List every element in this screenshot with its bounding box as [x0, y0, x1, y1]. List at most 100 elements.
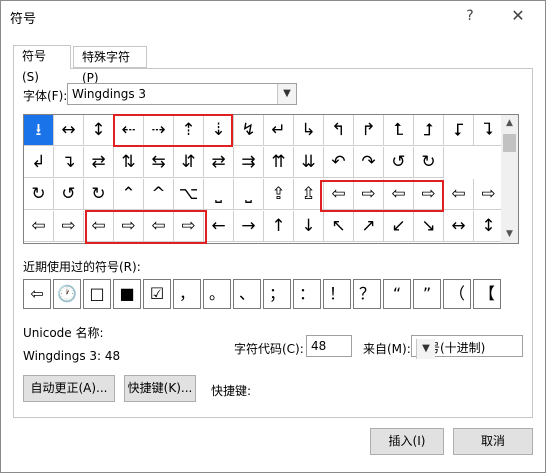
scroll-thumb[interactable] — [503, 134, 516, 152]
symbol-cell[interactable]: ↓ — [294, 211, 324, 242]
char-code-value: 48 — [311, 339, 327, 353]
symbol-cell[interactable]: ⇦ — [324, 179, 354, 210]
autocorrect-button[interactable]: 自动更正(A)... — [23, 375, 115, 402]
symbol-cell[interactable]: ⇦ — [444, 179, 474, 210]
recent-symbol-cell[interactable]: ； — [263, 279, 291, 309]
symbol-cell[interactable]: ⇪ — [264, 179, 294, 210]
recent-symbol-cell[interactable]: 🕐 — [53, 279, 81, 309]
from-select[interactable]: 符号(十进制) ▼ — [411, 335, 523, 359]
symbol-cell[interactable]: ↰ — [324, 115, 354, 146]
recent-symbol-cell[interactable]: ？ — [353, 279, 381, 309]
symbol-cell[interactable]: ↻ — [84, 179, 114, 210]
symbol-cell[interactable]: ↺ — [384, 147, 414, 178]
from-label: 来自(M): — [363, 342, 411, 356]
chevron-down-icon[interactable]: ▼ — [416, 339, 435, 359]
symbol-grid[interactable]: ⭳ ↔ ↕ ⇠ ⇢ ⇡ ⇣ ↯ ↵ ↳ ↰ ↱ ⮤ ⮥ ⮦ ⮧ ↲ ↴ ⇄ ⇅ ⇆ ⇵ ⇄ ⇉ ⇈ ⇊ ↶ ↷ ↺ ↻ ↻ ↺ ↻ ⌃ ^ ⌥ ⎵ ⎵ ⇪ ⇫… — [23, 114, 504, 244]
symbol-cell[interactable]: ↙ — [384, 211, 414, 242]
symbol-cell[interactable]: ↳ — [294, 115, 324, 146]
symbol-cell[interactable]: → — [234, 211, 264, 242]
close-button[interactable]: ✕ — [507, 5, 529, 27]
symbol-cell[interactable]: ↕ — [84, 115, 114, 146]
symbol-cell[interactable]: ↑ — [264, 211, 294, 242]
symbol-cell[interactable]: ⇢ — [144, 115, 174, 146]
insert-button[interactable]: 插入(I) — [370, 428, 444, 455]
symbol-cell[interactable]: ⇉ — [234, 147, 264, 178]
help-button[interactable]: ? — [459, 5, 481, 27]
symbol-cell[interactable]: ^ — [144, 179, 174, 210]
symbol-cell[interactable]: ⌃ — [114, 179, 144, 210]
symbol-cell[interactable]: ⇦ — [384, 179, 414, 210]
recent-symbols[interactable]: ⇦ 🕐 □ ■ ☑，。、；：！？ “” （【 — [23, 279, 513, 311]
symbol-cell[interactable]: ⌥ — [174, 179, 204, 210]
symbol-cell[interactable]: ↺ — [54, 179, 84, 210]
tab-special-characters[interactable]: 特殊字符(P) — [73, 46, 147, 85]
symbol-cell[interactable]: ⎵ — [234, 179, 264, 210]
symbol-cell[interactable]: ↯ — [234, 115, 264, 146]
symbol-cell[interactable]: ⇵ — [174, 147, 204, 178]
recent-symbol-cell[interactable]: ⇦ — [23, 279, 51, 309]
symbol-cell[interactable]: ⮧ — [474, 115, 504, 146]
font-value: Wingdings 3 — [72, 87, 147, 101]
symbol-cell[interactable]: ⇨ — [54, 211, 84, 242]
recent-symbol-cell[interactable]: （ — [443, 279, 471, 309]
recent-symbol-cell[interactable]: 【 — [473, 279, 501, 309]
symbol-cell[interactable]: ↴ — [54, 147, 84, 178]
symbol-cell[interactable]: ↲ — [24, 147, 54, 178]
symbol-cell[interactable]: ↷ — [354, 147, 384, 178]
symbol-cell[interactable]: ⇡ — [174, 115, 204, 146]
tab-symbols[interactable]: 符号(S) — [13, 45, 71, 84]
symbol-cell[interactable]: ⇈ — [264, 147, 294, 178]
shortcut-key-button[interactable]: 快捷键(K)... — [124, 375, 196, 402]
recent-symbol-cell[interactable]: 、 — [233, 279, 261, 309]
symbol-cell[interactable]: ↕ — [474, 211, 504, 242]
symbol-cell[interactable]: ⇨ — [474, 179, 504, 210]
symbol-cell[interactable]: ↻ — [24, 179, 54, 210]
symbol-cell[interactable]: ↘ — [414, 211, 444, 242]
symbol-cell[interactable]: ⇦ — [24, 211, 54, 242]
symbol-cell[interactable]: ⇨ — [114, 211, 144, 242]
char-code-input[interactable]: 48 — [306, 335, 352, 357]
recent-symbol-cell[interactable]: ， — [173, 279, 201, 309]
symbol-cell[interactable]: ⎵ — [204, 179, 234, 210]
recent-symbol-cell[interactable]: ■ — [113, 279, 141, 309]
scroll-up-icon[interactable]: ▲ — [501, 115, 518, 132]
symbol-cell[interactable]: ⇣ — [204, 115, 234, 146]
symbol-cell[interactable]: ⇊ — [294, 147, 324, 178]
recent-symbol-cell[interactable]: “ — [383, 279, 411, 309]
font-select[interactable]: Wingdings 3 ▼ — [67, 83, 297, 105]
symbol-cell[interactable]: ⇆ — [144, 147, 174, 178]
symbol-cell[interactable]: ↔ — [444, 211, 474, 242]
recent-symbol-cell[interactable]: ” — [413, 279, 441, 309]
recent-symbol-cell[interactable]: ： — [293, 279, 321, 309]
scroll-down-icon[interactable]: ▼ — [501, 226, 518, 243]
symbol-cell[interactable]: ⇨ — [414, 179, 444, 210]
symbol-cell[interactable]: ↵ — [264, 115, 294, 146]
symbol-cell[interactable]: ⇦ — [84, 211, 114, 242]
symbol-cell[interactable]: ⇠ — [114, 115, 144, 146]
symbol-cell[interactable]: ⇄ — [204, 147, 234, 178]
symbol-cell[interactable]: ⭳ — [24, 115, 54, 146]
cancel-button[interactable]: 取消 — [453, 428, 533, 455]
symbol-grid-scrollbar[interactable]: ▲ ▼ — [501, 114, 519, 244]
recent-symbol-cell[interactable]: 。 — [203, 279, 231, 309]
symbol-cell[interactable]: ↖ — [324, 211, 354, 242]
recent-symbol-cell[interactable]: ☑ — [143, 279, 171, 309]
symbol-cell[interactable]: ⇦ — [144, 211, 174, 242]
symbol-cell[interactable]: ⮦ — [444, 115, 474, 146]
symbol-cell[interactable]: ↶ — [324, 147, 354, 178]
symbol-cell[interactable]: ⇄ — [84, 147, 114, 178]
symbol-cell[interactable]: ↗ — [354, 211, 384, 242]
chevron-down-icon[interactable]: ▼ — [277, 84, 296, 104]
symbol-cell[interactable]: ↱ — [354, 115, 384, 146]
symbol-cell[interactable]: ↔ — [54, 115, 84, 146]
symbol-cell[interactable]: ⇨ — [354, 179, 384, 210]
symbol-cell[interactable]: ⇫ — [294, 179, 324, 210]
symbol-cell[interactable]: ⇅ — [114, 147, 144, 178]
symbol-cell[interactable]: ⮥ — [414, 115, 444, 146]
symbol-cell[interactable]: ⮤ — [384, 115, 414, 146]
symbol-cell[interactable]: ← — [204, 211, 234, 242]
symbol-cell[interactable]: ↻ — [414, 147, 444, 178]
symbol-cell[interactable]: ⇨ — [174, 211, 204, 242]
recent-symbol-cell[interactable]: ！ — [323, 279, 351, 309]
recent-symbol-cell[interactable]: □ — [83, 279, 111, 309]
